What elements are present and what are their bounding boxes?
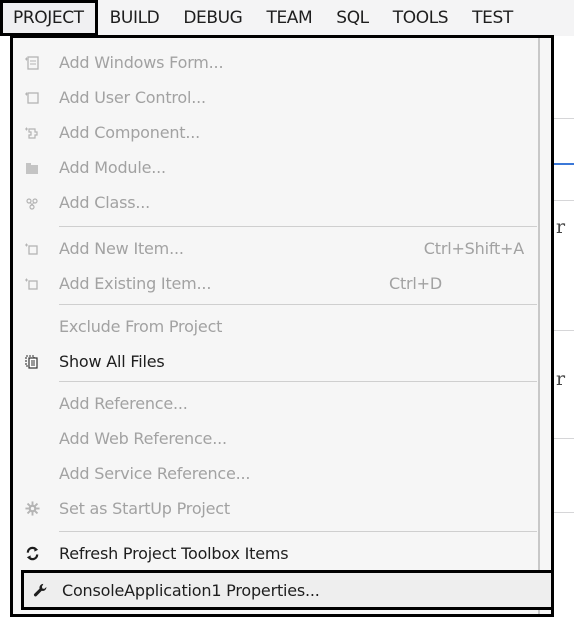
menu-item-label: Refresh Project Toolbox Items	[59, 544, 289, 563]
menu-item-label: ConsoleApplication1 Properties...	[62, 580, 320, 600]
menu-item-label: Set as StartUp Project	[59, 499, 230, 518]
menu-item-label: Add Module...	[59, 158, 166, 177]
menu-item-label: Add New Item...	[59, 239, 184, 258]
project-dropdown-menu: Add Windows Form... Add User Control... …	[10, 35, 554, 617]
module-icon	[13, 161, 51, 175]
menu-item-add-reference[interactable]: Add Reference...	[13, 386, 538, 421]
menu-item-label: Add Existing Item...	[59, 274, 212, 293]
menu-item-add-module[interactable]: Add Module...	[13, 150, 538, 185]
menu-item-show-all-files[interactable]: Show All Files	[13, 344, 538, 379]
menu-bar: PROJECT BUILD DEBUG TEAM SQL TOOLS TEST	[0, 0, 574, 36]
wrench-icon	[24, 583, 56, 598]
editor-line	[554, 438, 574, 439]
menu-item-project-properties[interactable]: ConsoleApplication1 Properties...	[21, 570, 554, 610]
menu-separator	[59, 381, 537, 382]
menu-tools[interactable]: TOOLS	[381, 0, 460, 36]
menu-item-label: Exclude From Project	[59, 317, 223, 336]
menu-project[interactable]: PROJECT	[0, 0, 98, 36]
menu-item-label: Add Reference...	[59, 394, 188, 413]
menu-item-add-windows-form[interactable]: Add Windows Form...	[13, 45, 538, 80]
menu-item-add-service-reference[interactable]: Add Service Reference...	[13, 456, 538, 491]
menu-item-add-user-control[interactable]: Add User Control...	[13, 80, 538, 115]
menu-item-label: Add Service Reference...	[59, 464, 251, 483]
menu-separator	[59, 531, 537, 532]
gear-icon	[13, 501, 51, 516]
menu-sql[interactable]: SQL	[324, 0, 380, 36]
menu-item-label: Add Component...	[59, 123, 201, 142]
menu-team[interactable]: TEAM	[254, 0, 324, 36]
component-icon	[13, 126, 51, 140]
shortcut-label: Ctrl+D	[389, 274, 442, 293]
editor-glyph: r	[556, 216, 566, 238]
menu-build[interactable]: BUILD	[98, 0, 172, 36]
editor-line	[554, 118, 574, 119]
menu-test[interactable]: TEST	[460, 0, 525, 36]
menu-item-add-component[interactable]: Add Component...	[13, 115, 538, 150]
menu-item-label: Add User Control...	[59, 88, 206, 107]
menu-item-refresh-toolbox[interactable]: Refresh Project Toolbox Items	[13, 536, 538, 571]
menu-separator	[59, 226, 537, 227]
editor-line	[554, 200, 574, 201]
user-control-icon	[13, 91, 51, 105]
class-icon	[13, 196, 51, 210]
menu-item-add-existing-item[interactable]: Add Existing Item... Ctrl+D	[13, 266, 538, 301]
new-item-icon	[13, 242, 51, 256]
menu-item-label: Add Web Reference...	[59, 429, 227, 448]
menu-item-add-class[interactable]: Add Class...	[13, 185, 538, 220]
menu-item-label: Add Windows Form...	[59, 53, 224, 72]
editor-glyph: r	[556, 368, 566, 390]
menu-item-add-web-reference[interactable]: Add Web Reference...	[13, 421, 538, 456]
editor-line	[554, 512, 574, 513]
menu-item-label: Add Class...	[59, 193, 151, 212]
editor-accent-line	[554, 163, 574, 165]
windows-form-icon	[13, 55, 51, 70]
menu-item-add-new-item[interactable]: Add New Item... Ctrl+Shift+A	[13, 231, 538, 266]
menu-item-exclude-from-project[interactable]: Exclude From Project	[13, 309, 538, 344]
menu-separator	[59, 304, 537, 305]
refresh-icon	[13, 546, 51, 561]
menu-item-label: Show All Files	[59, 352, 165, 371]
menu-item-set-startup-project[interactable]: Set as StartUp Project	[13, 491, 538, 526]
existing-item-icon	[13, 277, 51, 291]
shortcut-label: Ctrl+Shift+A	[423, 239, 524, 258]
editor-line	[554, 330, 574, 331]
menu-debug[interactable]: DEBUG	[171, 0, 254, 36]
show-all-files-icon	[13, 354, 51, 369]
